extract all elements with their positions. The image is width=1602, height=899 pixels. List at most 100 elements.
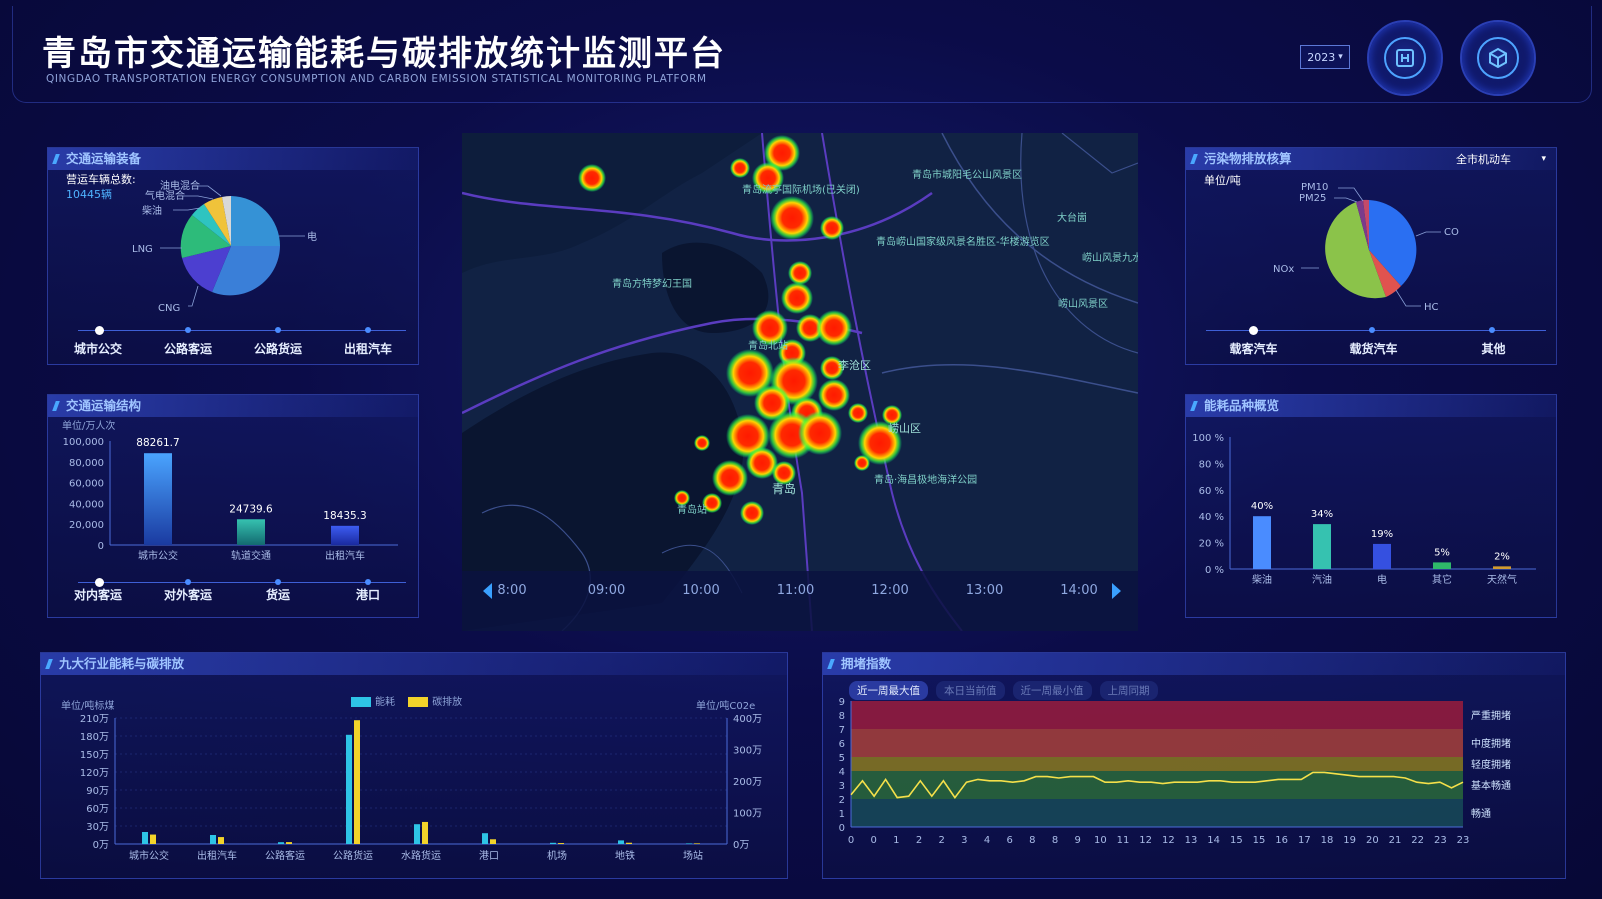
y-right-tick-label: 200万 xyxy=(733,777,762,788)
map-canvas: 青岛市城阳毛公山风景区 青岛流亭国际机场(已关闭) 大台崮 青岛崂山国家级风景名… xyxy=(462,133,1138,631)
y-tick-label: 40,000 xyxy=(69,499,104,510)
map-label: 青岛方特梦幻王国 xyxy=(612,277,692,290)
tab-taxi[interactable]: 出租汽车 xyxy=(328,340,408,357)
timeline[interactable]: 8:00 09:00 10:00 11:00 12:00 13:00 14:00 xyxy=(482,583,1102,603)
map-label: 大台崮 xyxy=(1057,211,1087,224)
tab-port[interactable]: 港口 xyxy=(328,586,408,603)
tab-city-bus[interactable]: 城市公交 xyxy=(58,340,138,357)
timeline-label[interactable]: 8:00 xyxy=(482,583,542,598)
congestion-panel: 拥堵指数 近一周最大值 本日当前值 近一周最小值 上周同期 严重拥堵 中度拥堵 轻度… xyxy=(822,652,1566,879)
y-tick-label: 6 xyxy=(839,739,845,750)
x-tick-label: 出租汽车 xyxy=(197,849,237,862)
timeline-label[interactable]: 13:00 xyxy=(955,583,1015,598)
vehicle-scope-select[interactable]: 全市机动车 ▾ xyxy=(1456,150,1546,168)
dashboard-button[interactable] xyxy=(1367,20,1443,96)
y-left-tick-label: 60万 xyxy=(86,804,109,815)
x-tick-label: 10 xyxy=(1094,835,1107,846)
pie-label-gas-hybrid: 气电混合 xyxy=(145,189,185,202)
map-label: 青岛·海昌极地海洋公园 xyxy=(874,473,977,486)
x-tick-label: 12 xyxy=(1139,835,1152,846)
x-tick-label: 19 xyxy=(1343,835,1356,846)
pie-label-pm25: PM25 xyxy=(1299,193,1326,204)
x-tick-label: 2 xyxy=(916,835,922,846)
bar-energy xyxy=(618,840,624,844)
tab-freight[interactable]: 货运 xyxy=(238,586,318,603)
x-tick-label: 23 xyxy=(1434,835,1447,846)
x-tick-label: 轨道交通 xyxy=(231,549,271,562)
dashboard-icon xyxy=(1384,37,1426,79)
equipment-panel: 交通运输装备 营运车辆总数: 10445辆 油电混合 气电混合 柴油 LNG C… xyxy=(47,147,419,365)
tab-other[interactable]: 其他 xyxy=(1446,340,1541,357)
tab-freight-vehicle[interactable]: 载货汽车 xyxy=(1326,340,1421,357)
bar-value-label: 24739.6 xyxy=(229,503,273,515)
tab-dot[interactable] xyxy=(365,327,371,333)
year-select[interactable]: 2023 ▾ xyxy=(1300,45,1350,69)
y-tick-label: 40 % xyxy=(1199,512,1224,523)
panel-title: 九大行业能耗与碳排放 xyxy=(41,653,787,675)
x-tick-label: 23 xyxy=(1457,835,1470,846)
pie-slice-electric-b xyxy=(231,196,280,246)
bar xyxy=(237,519,265,545)
y-tick-label: 3 xyxy=(839,781,845,792)
x-tick-label: 城市公交 xyxy=(138,549,178,562)
tab-dot[interactable] xyxy=(95,326,104,335)
tab-passenger-vehicle[interactable]: 载客汽车 xyxy=(1206,340,1301,357)
legend-energy: 能耗 xyxy=(375,697,395,708)
tab-dot[interactable] xyxy=(1369,327,1375,333)
bar xyxy=(331,525,359,545)
y-tick-label: 20 % xyxy=(1199,539,1224,550)
level-label: 畅通 xyxy=(1471,807,1491,820)
x-tick-label: 12 xyxy=(1162,835,1175,846)
map-label: 青岛崂山国家级风景名胜区-华楼游览区 xyxy=(876,235,1050,248)
x-tick-label: 公路客运 xyxy=(265,849,305,862)
pie-label-electric: 电 xyxy=(307,230,317,243)
tab-dot[interactable] xyxy=(185,579,191,585)
bar-carbon xyxy=(150,834,156,844)
y-right-tick-label: 300万 xyxy=(733,746,762,757)
x-tick-label: 1 xyxy=(893,835,899,846)
y-right-tick-label: 100万 xyxy=(733,809,762,820)
bar-carbon xyxy=(558,843,564,844)
tab-road-passenger[interactable]: 公路客运 xyxy=(148,340,228,357)
timeline-next-button[interactable] xyxy=(1108,580,1124,602)
timeline-label[interactable]: 12:00 xyxy=(860,583,920,598)
x-tick-label: 21 xyxy=(1389,835,1402,846)
tab-dot[interactable] xyxy=(1249,326,1258,335)
tab-dot[interactable] xyxy=(275,579,281,585)
unit-label: 单位/万人次 xyxy=(62,421,116,432)
map-label: 青岛流亭国际机场(已关闭) xyxy=(742,183,860,196)
pie-label-nox: NOx xyxy=(1273,264,1294,275)
bar xyxy=(1373,543,1391,569)
bar-energy xyxy=(346,734,352,844)
cube-button[interactable] xyxy=(1460,20,1536,96)
timeline-label[interactable]: 10:00 xyxy=(671,583,731,598)
y-tick-label: 0 xyxy=(839,823,845,834)
tab-dot[interactable] xyxy=(1489,327,1495,333)
heat-map[interactable]: 青岛市城阳毛公山风景区 青岛流亭国际机场(已关闭) 大台崮 青岛崂山国家级风景名… xyxy=(462,133,1138,631)
bar xyxy=(1253,516,1271,569)
chevron-down-icon: ▾ xyxy=(1338,52,1343,62)
bar-value-label: 88261.7 xyxy=(136,437,179,449)
x-tick-label: 6 xyxy=(1006,835,1012,846)
x-tick-label: 15 xyxy=(1230,835,1243,846)
tab-road-freight[interactable]: 公路货运 xyxy=(238,340,318,357)
y-tick-label: 5 xyxy=(839,753,845,764)
year-value: 2023 xyxy=(1307,50,1336,64)
y-tick-label: 1 xyxy=(839,809,845,820)
timeline-label[interactable]: 14:00 xyxy=(1049,583,1109,598)
tab-external-passenger[interactable]: 对外客运 xyxy=(148,586,228,603)
bar-energy xyxy=(550,842,556,844)
x-tick-label: 8 xyxy=(1052,835,1058,846)
timeline-label[interactable]: 09:00 xyxy=(577,583,637,598)
page-title: 青岛市交通运输能耗与碳排放统计监测平台 xyxy=(42,34,726,74)
map-label: 崂山区 xyxy=(888,422,921,435)
level-label: 轻度拥堵 xyxy=(1471,758,1511,771)
tab-dot[interactable] xyxy=(185,327,191,333)
bar xyxy=(1493,566,1511,569)
panel-title: 交通运输结构 xyxy=(48,395,418,417)
timeline-label[interactable]: 11:00 xyxy=(766,583,826,598)
tab-dot[interactable] xyxy=(365,579,371,585)
tab-dot[interactable] xyxy=(275,327,281,333)
tab-internal-passenger[interactable]: 对内客运 xyxy=(58,586,138,603)
energy-type-panel: 能耗品种概览 100 % 80 % 60 % 40 % 20 % 0 % 40% 柴油 34% 汽… xyxy=(1185,394,1557,618)
